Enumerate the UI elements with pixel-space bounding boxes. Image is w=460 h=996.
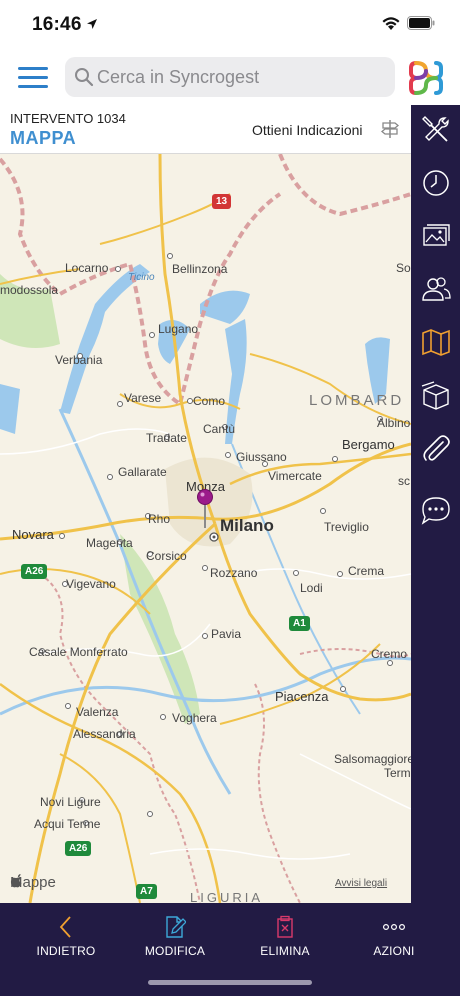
- map-label-bellinzona: Bellinzona: [172, 262, 228, 276]
- map-label-bergamo: Bergamo: [342, 437, 395, 452]
- map-label-salsomaggiore: Salsomaggiore: [334, 752, 411, 766]
- back-label: INDIETRO: [36, 944, 96, 958]
- status-time: 16:46: [32, 14, 82, 35]
- signpost-icon[interactable]: [380, 119, 400, 144]
- map-label-piacenza: Piacenza: [275, 689, 329, 704]
- sidebar-item-contacts[interactable]: [419, 272, 453, 306]
- search-input[interactable]: [97, 57, 387, 97]
- sidebar-item-attachments[interactable]: [419, 432, 453, 466]
- map-label-vigevano: Vigevano: [66, 577, 116, 591]
- map-label-varese: Varese: [124, 391, 162, 405]
- map-label-cremona: Cremo: [371, 647, 408, 661]
- map-label-verbania: Verbania: [55, 353, 103, 367]
- actions-button[interactable]: AZIONI: [344, 911, 444, 959]
- map-label-treviglio: Treviglio: [324, 520, 369, 534]
- map-label-acqui-terme: Acqui Terme: [34, 817, 101, 831]
- box-icon: [421, 381, 449, 410]
- map-label-giussano: Giussano: [236, 450, 287, 464]
- map-label-novara: Novara: [12, 527, 54, 542]
- map-label-cantu: Cantù: [203, 422, 236, 436]
- users-icon: [422, 277, 451, 301]
- map-label-vimercate: Vimercate: [268, 469, 322, 483]
- map-label-crema: Crema: [348, 564, 385, 578]
- map-label-corsico: Corsico: [146, 549, 187, 563]
- more-dots-icon: [344, 915, 444, 939]
- map-label-voghera: Voghera: [172, 711, 217, 725]
- sidebar-item-time[interactable]: [419, 166, 453, 200]
- map-label-milano: Milano: [220, 516, 274, 535]
- road-shield-a1: A1: [289, 616, 310, 631]
- chevron-left-icon: [16, 915, 116, 939]
- map-label-terme: Terme: [384, 766, 411, 780]
- photos-icon: [423, 224, 450, 246]
- intervention-code: INTERVENTO 1034: [10, 111, 126, 126]
- status-bar: 16:46: [0, 0, 460, 50]
- sidebar-item-chat[interactable]: [419, 493, 453, 527]
- page-title: MAPPA: [10, 128, 77, 148]
- edit-button[interactable]: MODIFICA: [125, 911, 225, 959]
- road-shield-13: 13: [212, 194, 232, 209]
- location-arrow-icon: [86, 17, 98, 35]
- map-label-rozzano: Rozzano: [210, 566, 258, 580]
- map-label-domodossola: modossola: [0, 283, 59, 297]
- sidebar-item-materials[interactable]: [419, 378, 453, 412]
- tools-icon: [422, 116, 449, 142]
- map-label-como: Como: [193, 394, 226, 408]
- wifi-icon: [381, 16, 401, 36]
- map-label-lombardia: LOMBARD: [309, 392, 405, 409]
- map-label-magenta: Magenta: [86, 536, 133, 550]
- delete-button[interactable]: ELIMINA: [235, 911, 335, 959]
- map-label-so: So: [396, 261, 411, 275]
- map-label-gallarate: Gallarate: [118, 465, 167, 479]
- intervention-title-bar: INTERVENTO 1034 MAPPA Ottieni Indicazion…: [0, 105, 411, 154]
- actions-label: AZIONI: [373, 944, 415, 958]
- paperclip-icon: [423, 435, 450, 461]
- app-header: [0, 50, 460, 105]
- edit-document-icon: [125, 915, 225, 939]
- sidebar-item-tools[interactable]: [419, 113, 453, 147]
- clock-icon: [423, 170, 449, 196]
- get-directions-link[interactable]: Ottieni Indicazioni: [252, 122, 363, 138]
- syncrogest-logo-icon[interactable]: [407, 59, 445, 97]
- map-label-valenza: Valenza: [76, 705, 119, 719]
- road-shield-a7: A7: [136, 884, 157, 899]
- edit-label: MODIFICA: [144, 944, 206, 958]
- map-label-liguria: LIGURIA: [190, 890, 264, 903]
- delete-label: ELIMINA: [260, 944, 310, 958]
- map-label-albino: Albino: [377, 416, 411, 430]
- road-shield-a26: A26: [21, 564, 48, 579]
- map-label-rho: Rho: [148, 512, 171, 526]
- right-sidebar: [411, 105, 460, 903]
- road-shield-a26-south: A26: [65, 841, 92, 856]
- sidebar-item-map[interactable]: [419, 325, 453, 359]
- search-bar[interactable]: [65, 57, 395, 97]
- battery-icon: [407, 16, 435, 35]
- back-button[interactable]: INDIETRO: [16, 911, 116, 959]
- maps-credit: Mappe: [10, 874, 56, 891]
- chat-icon: [421, 497, 450, 525]
- legal-notices-link[interactable]: Avvisi legali: [335, 878, 387, 889]
- map-label-pavia: Pavia: [211, 627, 242, 641]
- map-label-locarno: Locarno: [65, 261, 109, 275]
- search-icon: [74, 67, 94, 92]
- hamburger-menu-icon[interactable]: [18, 65, 50, 89]
- map-label-lugano: Lugano: [158, 322, 199, 336]
- map-label-tradate: Tradate: [146, 431, 187, 445]
- map-label-lodi: Lodi: [300, 581, 323, 595]
- map-label-casale-monferrato: Casale Monferrato: [29, 645, 128, 659]
- sidebar-item-photos[interactable]: [419, 219, 453, 253]
- map-label-sc: sc: [398, 474, 410, 488]
- map-label-ticino: Ticino: [128, 272, 155, 283]
- delete-icon: [235, 915, 335, 939]
- home-indicator[interactable]: [148, 980, 312, 985]
- map-icon: [422, 329, 450, 356]
- map-view[interactable]: Locarno Ticino Bellinzona modossola So L…: [0, 154, 411, 903]
- map-label-alessandria: Alessandria: [73, 727, 136, 741]
- map-label-novi-ligure: Novi Ligure: [40, 795, 101, 809]
